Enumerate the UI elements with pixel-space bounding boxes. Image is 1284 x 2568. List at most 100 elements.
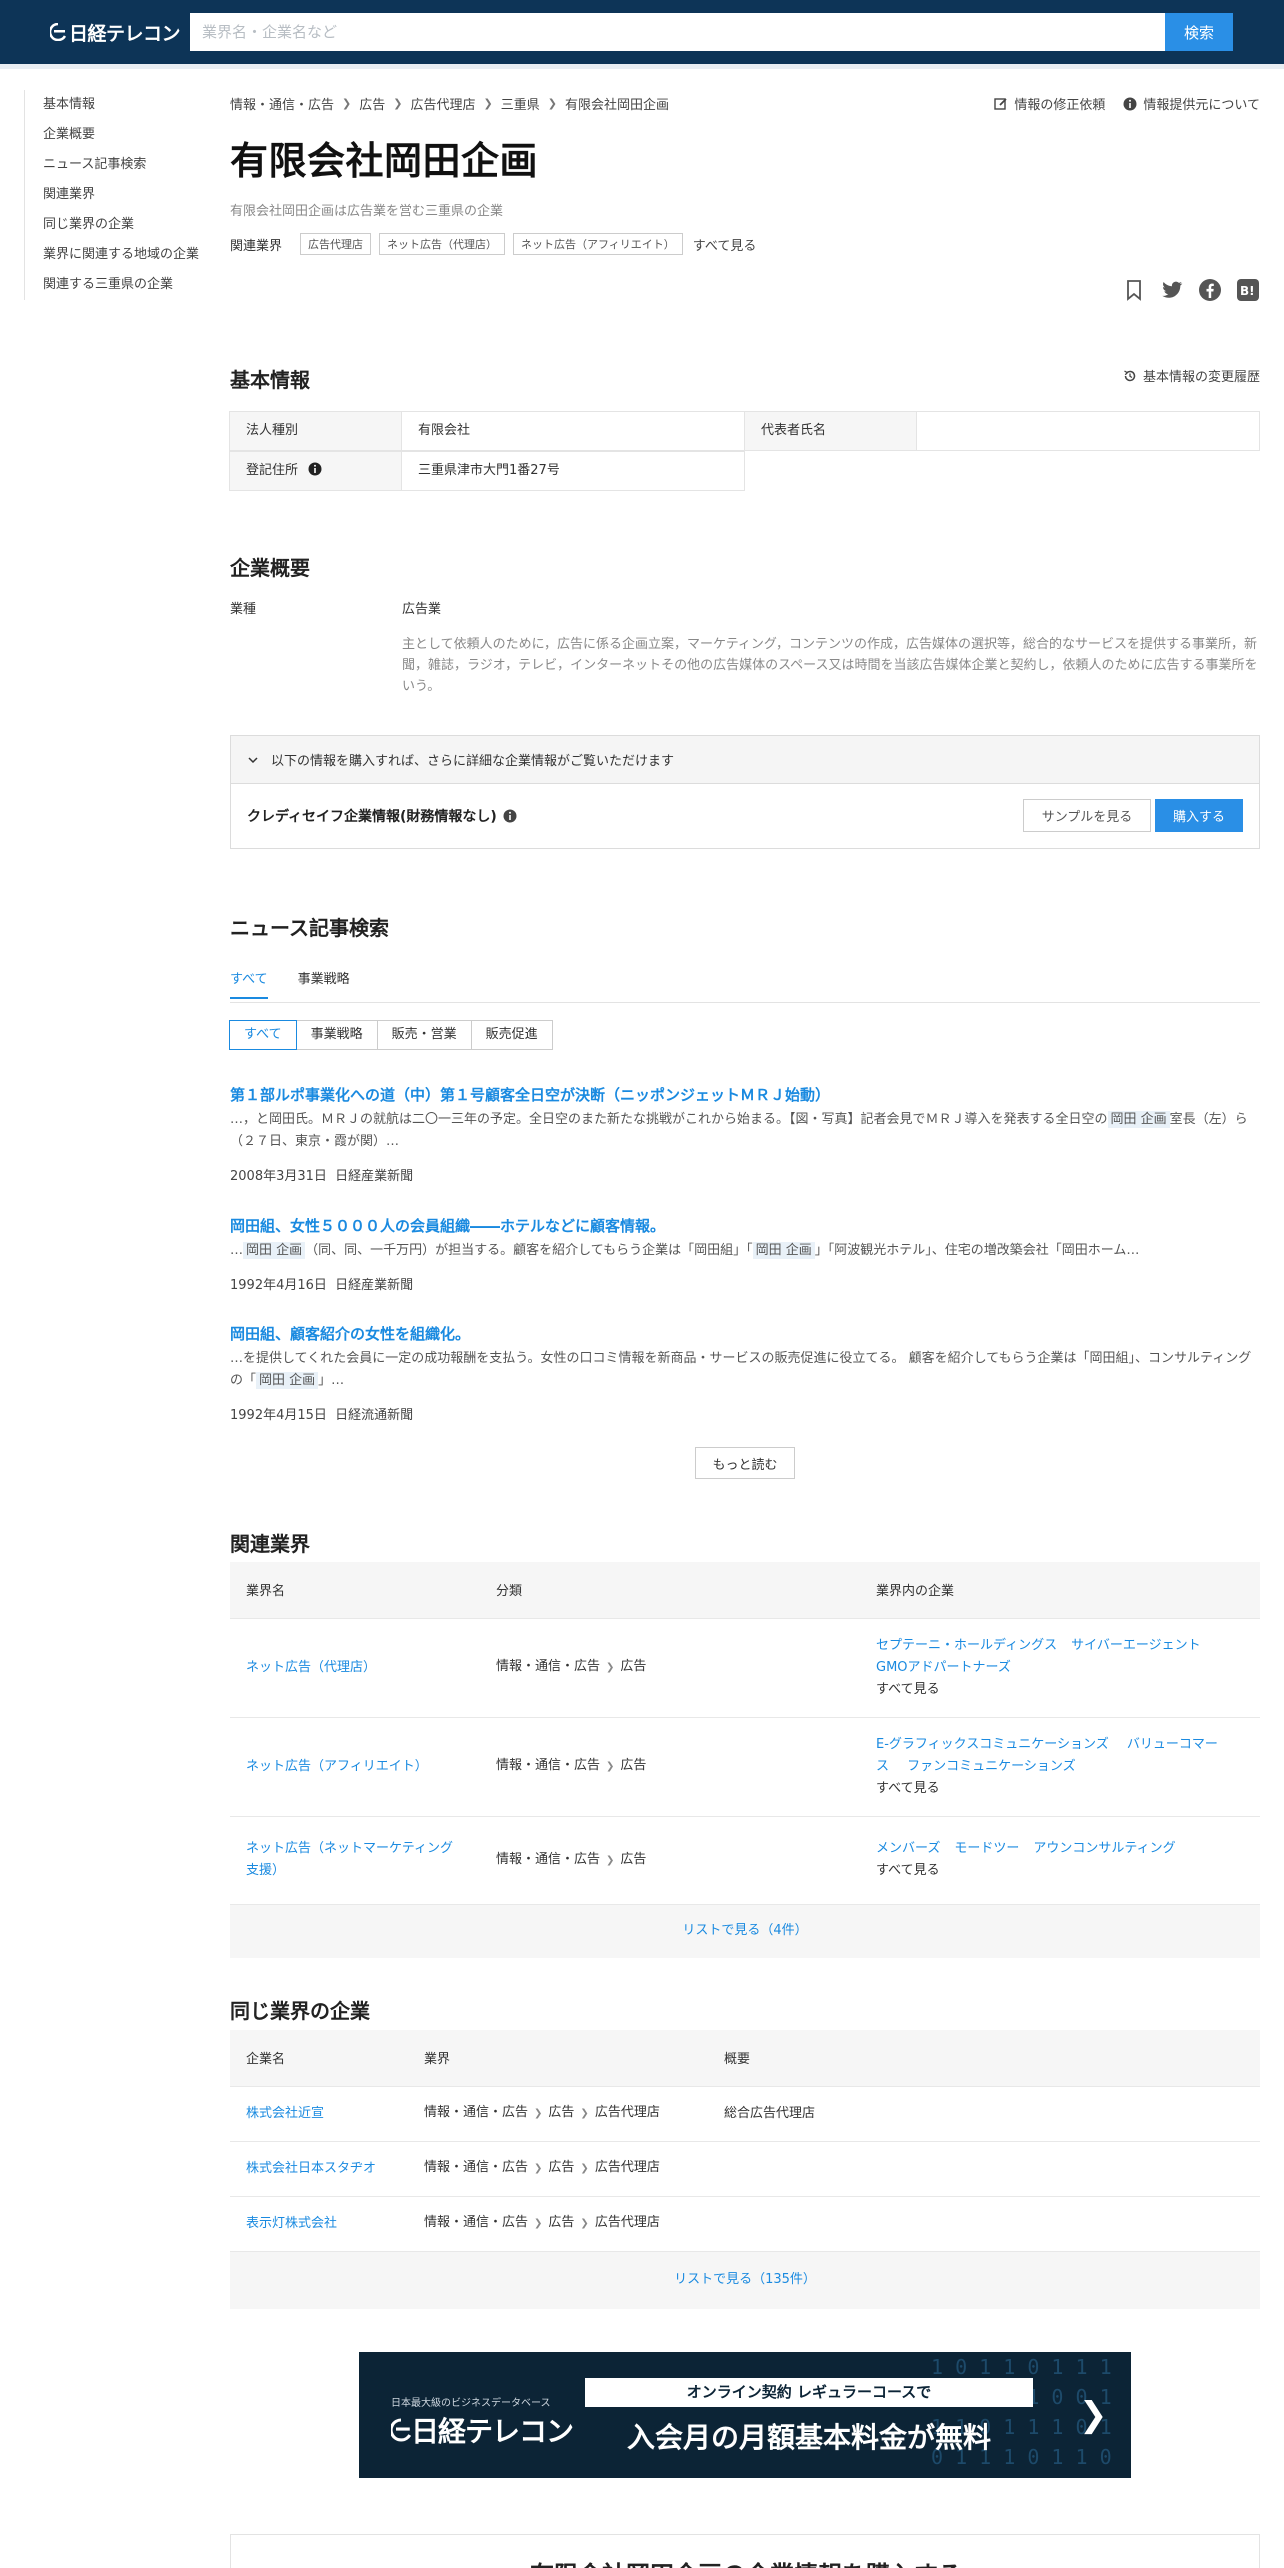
industry-path: 情報・通信・広告 ❯ 広告 — [480, 1617, 860, 1717]
buy-button[interactable]: 購入する — [1155, 799, 1243, 832]
view-sample-button[interactable]: サンプルを見る — [1023, 799, 1151, 832]
news-article-snippet: … 岡田 企画 （同、同、一千万円）が担当する。顧客を紹介してもらう企業は「岡田組」… — [230, 1240, 1260, 1262]
see-all-link[interactable]: すべて見る — [876, 1781, 940, 1796]
path-item: 広告 — [620, 1758, 647, 1773]
read-more-button[interactable]: もっと読む — [695, 1447, 795, 1479]
breadcrumb-item[interactable]: 三重県 — [501, 94, 540, 113]
breadcrumb-item[interactable]: 情報・通信・広告 — [230, 94, 334, 113]
chevron-right-icon: ❯ — [580, 2163, 589, 2174]
chip-sales[interactable]: 販売・営業 — [376, 1020, 472, 1050]
chevron-right-icon: ❯ — [393, 97, 403, 110]
corp-type-value: 有限会社 — [401, 411, 745, 451]
chevron-right-icon: ❯ — [342, 97, 352, 110]
industry-label: 関連業界 — [230, 238, 283, 254]
company-link[interactable]: ファンコミュニケーションズ — [907, 1759, 1075, 1774]
company-link[interactable]: メンバーズ — [876, 1841, 940, 1856]
hatena-bookmark-icon[interactable]: B! — [1236, 278, 1260, 302]
company-link[interactable]: 株式会社日本スタヂオ — [246, 2161, 376, 2176]
change-history-label: 基本情報の変更履歴 — [1142, 370, 1260, 385]
change-history-link[interactable]: 基本情報の変更履歴 — [1123, 366, 1260, 385]
sidenav-regional-companies[interactable]: 業界に関連する地域の企業 — [43, 240, 214, 270]
info-icon[interactable] — [308, 462, 322, 476]
correction-request-link[interactable]: 情報の修正依頼 — [994, 94, 1105, 113]
sidenav-news-search[interactable]: ニュース記事検索 — [43, 150, 214, 180]
path-item: 情報・通信・広告 — [496, 1851, 601, 1867]
tab-all[interactable]: すべて — [230, 968, 268, 999]
company-link[interactable]: モードツー — [954, 1841, 1019, 1856]
sidenav-overview[interactable]: 企業概要 — [43, 120, 214, 150]
sidenav-mie-companies[interactable]: 関連する三重県の企業 — [43, 270, 214, 300]
business-type-description: 主として依頼人のために，広告に係る企画立案，マーケティング，コンテンツの作成，広… — [402, 637, 1258, 694]
table-row: ネット広告（代理店） 情報・通信・広告 ❯ 広告 セプテーニ・ホールディングス サイバ… — [230, 1617, 1260, 1717]
see-all-industries-link[interactable]: すべて見る — [693, 235, 757, 254]
info-icon[interactable] — [503, 809, 517, 823]
banner-headline: 入会月の月額基本料金が無料 — [626, 2421, 991, 2454]
industry-link[interactable]: ネット広告（代理店） — [246, 1660, 376, 1675]
purchase-notice-text: 以下の情報を購入すれば、さらに詳細な企業情報がご覧いただけます — [271, 754, 675, 769]
snippet-highlight: 岡田 企画 — [1107, 1111, 1170, 1128]
industry-tag[interactable]: ネット広告（アフィリエイト） — [513, 233, 683, 255]
industry-link[interactable]: ネット広告（アフィリエイト） — [246, 1759, 428, 1774]
history-icon — [1124, 369, 1136, 381]
search-input[interactable] — [190, 13, 1165, 51]
company-link[interactable]: GMOアドパートナーズ — [876, 1660, 1011, 1675]
company-summary: 総合広告代理店 — [708, 2085, 1260, 2141]
nikkei-logo-icon — [50, 23, 66, 41]
sidenav-basic-info[interactable]: 基本情報 — [43, 90, 214, 120]
nikkei-telecom-logo[interactable]: 日経テレコン — [50, 19, 181, 45]
list-view-link[interactable]: リストで見る（135件） — [674, 2272, 816, 2287]
bookmark-icon[interactable] — [1122, 278, 1146, 302]
promo-banner[interactable]: 1 0 1 1 0 1 1 10 1 1 0 1 0 0 11 1 0 1 1 … — [359, 2352, 1131, 2478]
path-item: 広告 — [548, 2105, 575, 2120]
same-industry-table: 企業名 業界 概要 株式会社近宣 情報・通信・広告 ❯ 広告 ❯ 広告代理店 総合広告代… — [230, 2030, 1260, 2309]
news-source: 日経流通新聞 — [335, 1408, 414, 1423]
chip-all[interactable]: すべて — [229, 1020, 297, 1050]
snippet-text: 」… — [318, 1373, 345, 1388]
path-item: 情報・通信・広告 — [496, 1659, 601, 1674]
breadcrumb-item[interactable]: 広告 — [359, 94, 385, 113]
address-value: 三重県津市大門1番27号 — [401, 451, 745, 491]
industry-link[interactable]: ネット広告（ネットマーケティング支援） — [246, 1841, 453, 1878]
tab-business-strategy[interactable]: 事業戦略 — [298, 968, 350, 999]
nikkei-logo-icon — [391, 2418, 411, 2442]
twitter-icon[interactable] — [1160, 278, 1184, 302]
industry-tag[interactable]: 広告代理店 — [300, 233, 372, 255]
path-item: 広告 — [620, 1851, 647, 1867]
company-link[interactable]: 株式会社近宣 — [246, 2106, 324, 2121]
news-article-snippet: …，と岡田氏。ＭＲＪの就航は二〇一三年の予定。全日空のまた新たな挑戦がこれから始… — [230, 1109, 1260, 1153]
company-link[interactable]: 表示灯株式会社 — [246, 2216, 337, 2231]
basic-info-heading: 基本情報 — [230, 368, 310, 392]
purchase-notice[interactable]: 以下の情報を購入すれば、さらに詳細な企業情報がご覧いただけます — [231, 736, 1259, 784]
basic-info-row: 登記住所 三重県津市大門1番27号 — [229, 451, 1260, 492]
basic-info-table: 法人種別 有限会社 代表者氏名 登記住所 三重県津市大門1番27号 — [229, 411, 1260, 492]
svg-text:B!: B! — [1240, 284, 1255, 298]
news-article-title[interactable]: 岡田組、顧客紹介の女性を組織化。 — [230, 1325, 470, 1343]
sidenav-related-industries[interactable]: 関連業界 — [43, 180, 214, 210]
see-all-link[interactable]: すべて見る — [876, 1682, 940, 1697]
see-all-link[interactable]: すべて見る — [876, 1863, 940, 1878]
chip-promotion[interactable]: 販売促進 — [470, 1020, 553, 1050]
list-view-link[interactable]: リストで見る（4件） — [682, 1923, 807, 1938]
company-link[interactable]: サイバーエージェント — [1071, 1638, 1200, 1653]
chevron-right-icon: ❯ — [1079, 2395, 1108, 2435]
column-header: 業界内の企業 — [860, 1562, 1260, 1618]
company-link[interactable]: セプテーニ・ホールディングス — [876, 1638, 1057, 1653]
column-header: 概要 — [708, 2030, 1260, 2086]
news-article-title[interactable]: 第１部ルポ事業化への道（中）第１号顧客全日空が決断（ニッポンジェットＭＲＪ始動） — [230, 1086, 830, 1104]
snippet-text: …，と岡田氏。ＭＲＪの就航は二〇一三年の予定。全日空のまた新たな挑戦がこれから始… — [230, 1112, 1108, 1127]
chevron-right-icon: ❯ — [534, 2163, 543, 2174]
snippet-highlight: 岡田 企画 — [752, 1242, 815, 1259]
snippet-text: 」「阿波観光ホテル」、住宅の増改築会社「岡田ホーム… — [814, 1243, 1140, 1258]
source-info-link[interactable]: 情報提供元について — [1123, 94, 1260, 113]
search-button[interactable]: 検索 — [1165, 13, 1233, 51]
facebook-icon[interactable] — [1198, 278, 1222, 302]
industry-tag[interactable]: ネット広告（代理店） — [379, 233, 506, 255]
breadcrumb-item[interactable]: 広告代理店 — [410, 94, 475, 113]
news-article-title[interactable]: 岡田組、女性５０００人の会員組織――ホテルなどに顧客情報。 — [230, 1217, 665, 1235]
company-link[interactable]: アウンコンサルティング — [1033, 1841, 1175, 1856]
sidenav-same-industry[interactable]: 同じ業界の企業 — [43, 210, 214, 240]
chevron-right-icon: ❯ — [606, 1761, 615, 1772]
company-link[interactable]: E-グラフィックスコミュニケーションズ — [876, 1737, 1109, 1752]
chip-business-strategy[interactable]: 事業戦略 — [295, 1020, 378, 1050]
table-header-row: 業界名 分類 業界内の企業 — [230, 1562, 1260, 1618]
